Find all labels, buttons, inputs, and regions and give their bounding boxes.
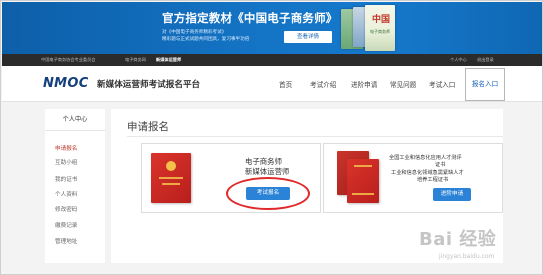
certificate-text-line: [159, 177, 183, 179]
card-title-line2: 新媒体运营师: [245, 167, 290, 176]
site-logo[interactable]: NMOC: [43, 76, 89, 91]
sidebar-item-password[interactable]: 修改密码: [55, 205, 77, 213]
sidebar-item-profile[interactable]: 个人资料: [55, 190, 77, 198]
certificate-text-line: [352, 193, 374, 195]
textbook-subtitle: 电子商务师: [370, 29, 390, 34]
sidebar-item-groups[interactable]: 互助小组: [55, 158, 77, 166]
banner-subtitle-line1: 对《中国电子商务师精彩考试》: [162, 30, 227, 35]
baidu-watermark: Bai 经验: [419, 229, 497, 250]
sidebar-item-payments[interactable]: 缴费记录: [55, 221, 77, 229]
page-title: 申请报名: [127, 121, 169, 133]
utility-link-ecommerce[interactable]: 电子商务网: [125, 56, 146, 64]
emblem-icon: [166, 161, 176, 171]
title-divider: [127, 136, 503, 137]
watermark-url: jingyan.baidu.com: [439, 253, 495, 260]
textbook-title: 中国: [372, 15, 391, 25]
browser-frame: 官方指定教材《中国电子商务师》 对《中国电子商务师精彩考试》 精彩题与正式试题共…: [0, 0, 543, 275]
card-desc-line2: 证书: [435, 162, 446, 168]
certificate-text-line: [162, 183, 180, 185]
advanced-apply-button[interactable]: 进阶申请: [433, 188, 471, 201]
banner-title: 官方指定教材《中国电子商务师》: [162, 11, 338, 25]
nav-exam-intro[interactable]: 考试介绍: [310, 79, 336, 89]
sidebar-item-certificates[interactable]: 我的证书: [55, 175, 77, 183]
highlight-circle: [226, 177, 310, 210]
card-desc-line1: 全国工业和信息化应用人才测评: [389, 155, 462, 161]
textbook-cover: [365, 5, 395, 51]
nav-faq[interactable]: 常见问题: [390, 79, 416, 89]
banner-cta-button[interactable]: 查看详情: [284, 31, 332, 43]
sidebar-item-apply[interactable]: 申请报名: [55, 144, 77, 152]
banner-subtitle: 对《中国电子商务师精彩考试》 精彩题与正式试题共同团具，复习事半功倍: [162, 29, 249, 43]
nav-exam-entry[interactable]: 考试入口: [429, 79, 455, 89]
utility-link-logout[interactable]: 退出登录: [477, 56, 494, 64]
platform-name: 新媒体运营师考试报名平台: [97, 80, 201, 90]
promo-banner[interactable]: 官方指定教材《中国电子商务师》 对《中国电子商务师精彩考试》 精彩题与正式试题共…: [2, 2, 542, 54]
sidebar-title: 个人中心: [45, 109, 105, 131]
utility-link-association[interactable]: 中国电子商务协会专业委员会: [41, 56, 95, 64]
sidebar-item-address[interactable]: 管理地址: [55, 237, 77, 245]
utility-link-personal-center[interactable]: 个人中心: [450, 56, 467, 64]
banner-subtitle-line2: 精彩题与正式试题共同团具，复习事半功倍: [162, 37, 250, 42]
nav-advanced-apply[interactable]: 进阶申请: [351, 79, 377, 89]
certificate-text-line: [354, 165, 372, 167]
utility-link-new-media[interactable]: 新媒体运营师: [156, 56, 181, 64]
card-desc-line4: 培养工程证书: [417, 177, 449, 183]
nav-registration-entry[interactable]: 报名入口: [465, 68, 505, 101]
card-desc-line3: 工业和信息化领域急需紧缺人才: [391, 170, 464, 176]
nav-home[interactable]: 首页: [279, 79, 292, 89]
